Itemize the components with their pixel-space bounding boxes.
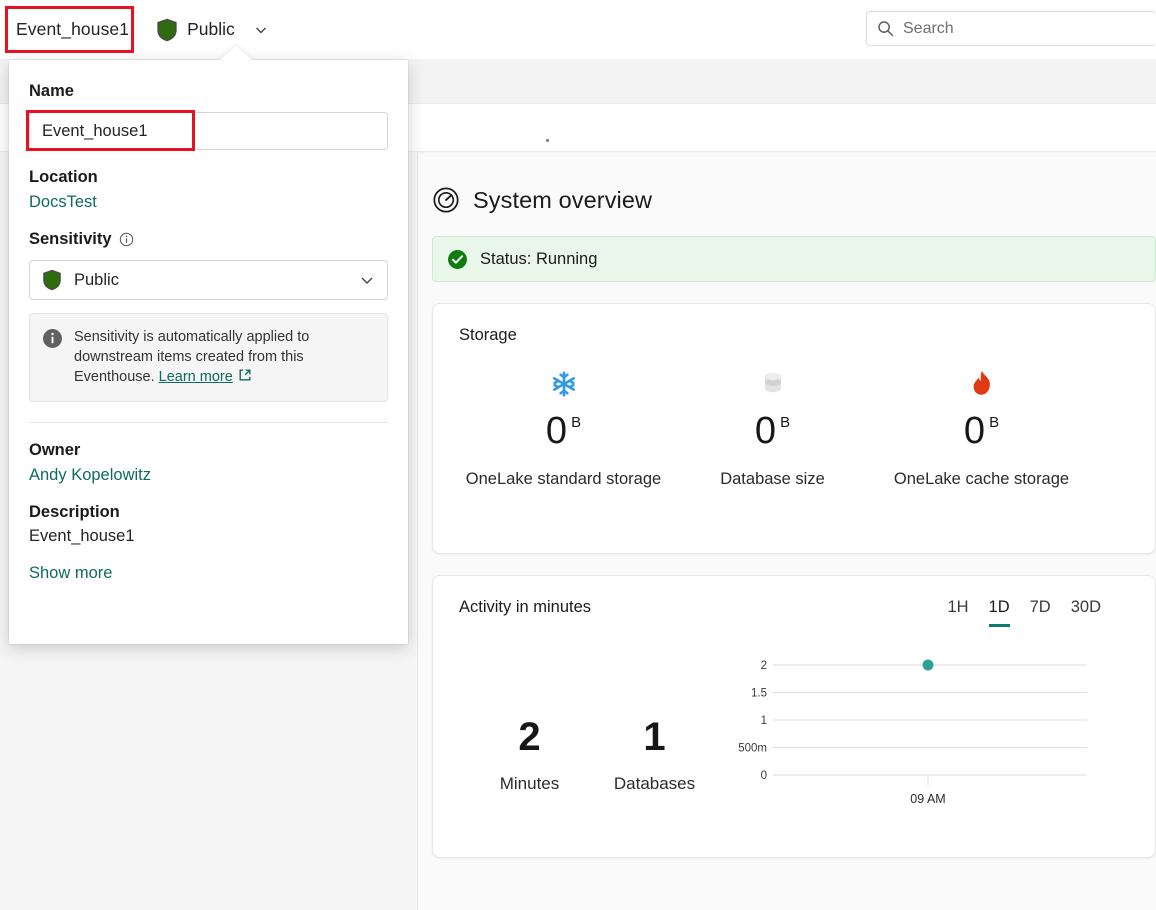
svg-text:0: 0: [761, 770, 767, 782]
external-link-icon[interactable]: [238, 368, 252, 382]
snowflake-icon: [459, 367, 668, 401]
svg-text:500m: 500m: [738, 743, 767, 755]
top-bar: Event_house1 Public: [0, 0, 1156, 59]
stat-label: Databases: [613, 774, 696, 793]
owner-section: Owner Andy Kopelowitz: [29, 441, 388, 485]
system-overview-header: System overview: [432, 186, 1156, 214]
info-icon[interactable]: [119, 232, 134, 247]
activity-stats: 2 Minutes 1 Databases: [459, 653, 717, 794]
storage-card-title: Storage: [459, 326, 517, 344]
flyout-caret: [219, 46, 253, 61]
metric-label: OneLake cache storage: [893, 470, 1070, 488]
metric-unit: B: [989, 414, 1000, 431]
owner-label: Owner: [29, 441, 81, 459]
app-root: System overview Status: Running Storage: [0, 0, 1156, 910]
description-value: Event_house1: [29, 527, 135, 545]
svg-text:1.5: 1.5: [751, 688, 767, 700]
info-circle-icon: [43, 329, 62, 348]
metric-unit: B: [571, 414, 582, 431]
metric-label: OneLake standard storage: [465, 470, 662, 488]
sensitivity-info-text: Sensitivity is automatically applied to …: [74, 327, 373, 387]
page-title: System overview: [473, 186, 653, 213]
gauge-icon: [433, 187, 459, 213]
svg-text:2: 2: [761, 660, 767, 672]
time-range-tabs: 1H 1D 7D 30D: [947, 598, 1129, 627]
status-badge: Status: Running: [480, 249, 598, 268]
status-banner: Status: Running: [432, 236, 1156, 282]
chart-x-tick-label: 09 AM: [910, 792, 945, 806]
sensitivity-dropdown[interactable]: Public: [29, 260, 388, 300]
description-label: Description: [29, 503, 120, 521]
activity-card-header: Activity in minutes 1H 1D 7D 30D: [459, 598, 1129, 627]
location-label: Location: [29, 168, 98, 186]
location-section: Location DocsTest: [29, 168, 388, 212]
learn-more-link[interactable]: Learn more: [159, 369, 233, 385]
stat-label: Minutes: [499, 774, 560, 793]
shield-icon: [157, 18, 177, 41]
stat-minutes: 2 Minutes: [467, 717, 592, 794]
metric-value: 0 B: [755, 412, 790, 450]
metric-number: 0: [963, 410, 986, 452]
sensitivity-info-box: Sensitivity is automatically applied to …: [29, 313, 388, 402]
name-input[interactable]: [29, 112, 388, 150]
sensitivity-label: Public: [187, 19, 235, 39]
chevron-down-icon[interactable]: [254, 23, 268, 37]
activity-body: 2 Minutes 1 Databases 2 1.5 1 500m 0 09 …: [459, 653, 1129, 808]
sensitivity-label-row: Sensitivity: [29, 230, 388, 249]
search-input[interactable]: [903, 19, 1146, 38]
search-icon: [878, 21, 894, 37]
stat-value: 2: [518, 715, 541, 759]
activity-card-title: Activity in minutes: [459, 598, 592, 616]
chart-y-ticks: 2 1.5 1 500m 0: [738, 660, 767, 782]
activity-chart-svg: 2 1.5 1 500m 0 09 AM: [738, 659, 1087, 806]
tab-1d[interactable]: 1D: [988, 598, 1010, 627]
activity-card: Activity in minutes 1H 1D 7D 30D 2 Minut…: [432, 575, 1156, 858]
name-field-label: Name: [29, 82, 74, 100]
shield-icon: [43, 269, 61, 291]
item-details-flyout: Name Location DocsTest Sensitivity Publi…: [9, 60, 408, 644]
chart-gridlines: [773, 664, 1087, 776]
sensitivity-selected-value: Public: [74, 270, 119, 289]
database-icon: [668, 367, 877, 401]
description-section: Description Event_house1: [29, 503, 388, 546]
main-content: System overview Status: Running Storage: [417, 153, 1156, 910]
storage-metrics: 0 B OneLake standard storage 0 B Databas…: [459, 367, 1155, 489]
metric-database-size: 0 B Database size: [668, 367, 877, 489]
metric-number: 0: [754, 410, 777, 452]
chevron-down-icon[interactable]: [359, 272, 375, 288]
flame-icon: [877, 367, 1086, 401]
svg-text:1: 1: [761, 715, 767, 727]
chart-data-point[interactable]: [922, 659, 934, 671]
tab-30d[interactable]: 30D: [1071, 598, 1101, 627]
tab-1h[interactable]: 1H: [947, 598, 968, 627]
item-name-title[interactable]: Event_house1: [16, 19, 129, 40]
metric-value: 0 B: [546, 412, 581, 450]
metric-onelake-cache-storage: 0 B OneLake cache storage: [877, 367, 1086, 489]
owner-link[interactable]: Andy Kopelowitz: [29, 466, 151, 485]
sensitivity-label: Sensitivity: [29, 230, 112, 248]
sensitivity-pill[interactable]: Public: [156, 18, 268, 42]
breadcrumb-dot: [546, 139, 549, 142]
tab-7d[interactable]: 7D: [1030, 598, 1051, 627]
metric-unit: B: [780, 414, 791, 431]
show-more-section: Show more: [29, 564, 388, 583]
storage-card: Storage 0 B OneLake standard storage 0 B…: [432, 303, 1156, 554]
metric-number: 0: [545, 410, 568, 452]
activity-chart: 2 1.5 1 500m 0 09 AM: [725, 653, 1095, 808]
stat-value: 1: [643, 715, 666, 759]
metric-value: 0 B: [964, 412, 999, 450]
show-more-link[interactable]: Show more: [29, 564, 112, 582]
search-box[interactable]: [866, 11, 1156, 46]
location-link[interactable]: DocsTest: [29, 193, 97, 212]
sensitivity-section: Sensitivity Public Sensitivity is automa…: [29, 230, 388, 402]
flyout-divider: [29, 422, 388, 423]
metric-label: Database size: [720, 470, 825, 488]
check-circle-icon: [448, 249, 467, 269]
stat-databases: 1 Databases: [592, 717, 717, 794]
metric-onelake-standard-storage: 0 B OneLake standard storage: [459, 367, 668, 489]
